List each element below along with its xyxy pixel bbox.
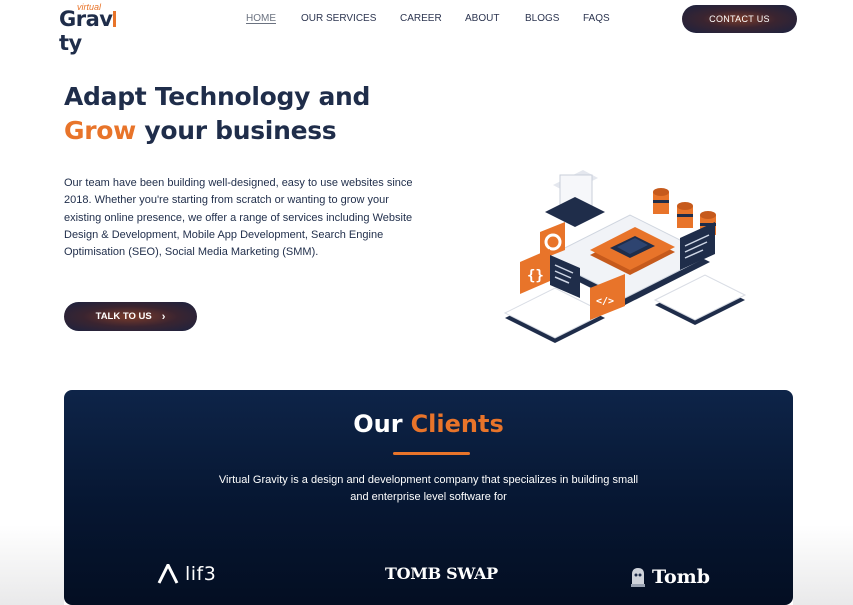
client-logo-tomb-swap[interactable]: TOMB SWAP: [385, 564, 498, 583]
svg-text:{}: {}: [527, 268, 544, 284]
contact-us-button[interactable]: CONTACT US: [682, 5, 797, 33]
client-logo-tomb[interactable]: Tomb: [630, 566, 710, 588]
nav-item-home[interactable]: HOME: [246, 13, 276, 24]
talk-to-us-label: TALK TO US: [95, 311, 152, 322]
nav-item-about[interactable]: ABOUT: [465, 13, 499, 24]
hero-description: Our team have been building well-designe…: [64, 177, 413, 259]
hero-title-accent: Grow: [64, 116, 136, 145]
isometric-technology-illustration: {} </>: [503, 170, 747, 343]
side-fade-left: [0, 525, 64, 605]
tombstone-icon: [631, 568, 645, 587]
clients-title-underline: [393, 452, 470, 455]
our-clients-section: Our Clients Virtual Gravity is a design a…: [64, 390, 793, 605]
hero-title: Adapt Technology and Grow your business: [64, 82, 371, 145]
nav-item-blogs[interactable]: BLOGS: [525, 13, 559, 24]
nav-item-faqs[interactable]: FAQS: [583, 13, 610, 24]
svg-text:</>: </>: [596, 296, 614, 307]
talk-to-us-button[interactable]: TALK TO US ›: [64, 302, 197, 331]
top-navbar: virtual Gravty HOME OUR SERVICES CAREER …: [0, 0, 853, 55]
lambda-icon: [157, 564, 179, 584]
side-fade-right: [793, 525, 853, 605]
clients-description: Virtual Gravity is a design and developm…: [218, 474, 639, 503]
clients-title: Our Clients: [353, 410, 504, 438]
chevron-right-icon: ›: [161, 310, 166, 323]
nav-item-career[interactable]: CAREER: [400, 13, 442, 24]
code-braces-icon: {}: [520, 249, 550, 294]
client-logo-lif3[interactable]: lif3: [157, 563, 216, 585]
nav-item-our-services[interactable]: OUR SERVICES: [301, 13, 376, 24]
server-pedestal-icon: [545, 170, 605, 227]
